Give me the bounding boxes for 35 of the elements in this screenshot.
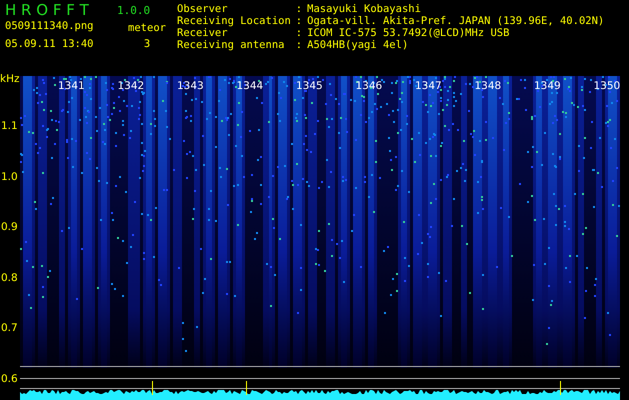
colon-separator: : xyxy=(296,27,302,39)
colon-separator: : xyxy=(296,3,302,15)
date-time: 05.09.11 13:40 xyxy=(5,38,95,50)
info-label: Receiving antenna xyxy=(177,39,286,51)
info-value: Ogata-vill. Akita-Pref. JAPAN (139.96E, 40.02N) xyxy=(307,15,604,27)
time-label: 1343 xyxy=(176,80,205,92)
time-label: 1345 xyxy=(295,80,324,92)
frequency-label: 0.7 xyxy=(1,322,18,334)
info-value: Masayuki Kobayashi xyxy=(307,3,422,15)
time-label: 1348 xyxy=(474,80,502,92)
frequency-label: 0.6 xyxy=(1,372,18,384)
meteor-count: 3 xyxy=(144,38,150,50)
info-label: Receiving Location xyxy=(177,15,291,27)
time-label: 1350 xyxy=(592,80,622,92)
time-label: 1344 xyxy=(236,80,264,92)
frequency-label: 0.8 xyxy=(1,272,18,284)
info-value: ICOM IC-575 53.7492(@LCD)MHz USB xyxy=(307,27,510,39)
time-label: 1346 xyxy=(354,80,384,92)
colon-separator: : xyxy=(296,15,302,27)
frequency-label: 0.9 xyxy=(1,221,18,233)
frequency-label: 1.0 xyxy=(1,170,18,182)
unit-label: kHz xyxy=(0,73,20,85)
file-name: 0509111340.png xyxy=(5,20,95,32)
info-value: A504HB(yagi 4el) xyxy=(307,39,410,51)
meteor-label: meteor xyxy=(128,22,166,34)
time-label: 1347 xyxy=(414,80,443,92)
info-label: Observer xyxy=(177,3,229,15)
time-label: 1342 xyxy=(116,80,146,92)
app-title: H R O F F T xyxy=(5,1,90,19)
frequency-label: 1.1 xyxy=(1,120,18,132)
version-label: 1.0.0 xyxy=(117,4,152,16)
time-label: 1341 xyxy=(57,80,86,92)
time-label: 1349 xyxy=(533,80,562,92)
info-label: Receiver xyxy=(177,27,229,39)
colon-separator: : xyxy=(296,39,302,51)
